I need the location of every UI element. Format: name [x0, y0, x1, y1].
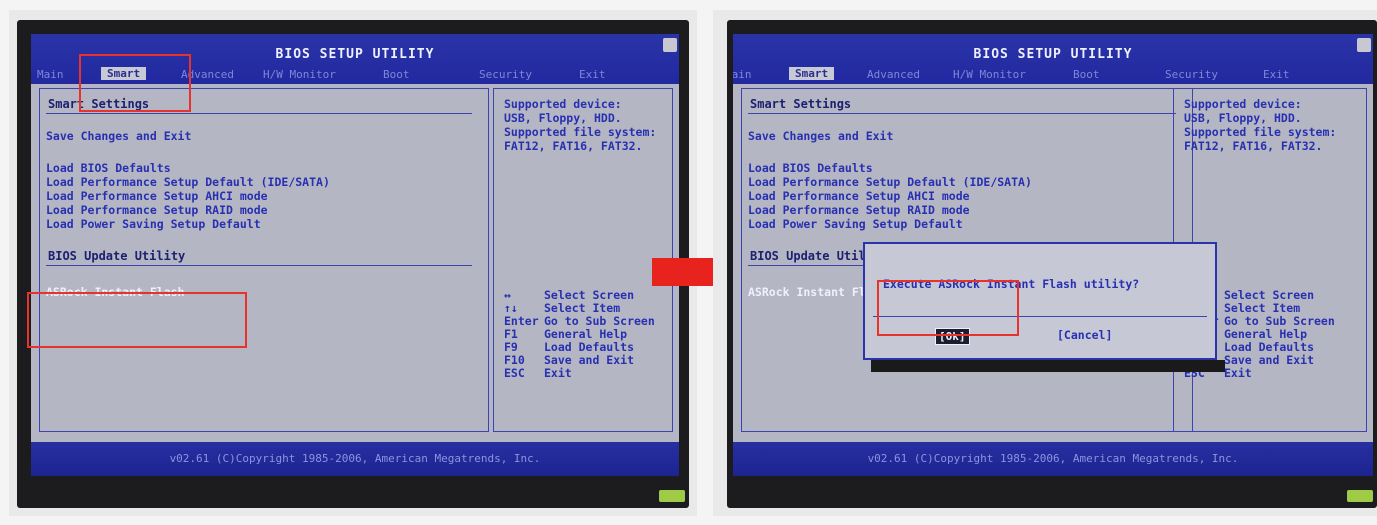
load-performance-raid-item[interactable]: Load Performance Setup RAID mode: [748, 203, 970, 217]
load-performance-raid-item[interactable]: Load Performance Setup RAID mode: [46, 203, 268, 217]
cancel-button[interactable]: [Cancel]: [1057, 328, 1112, 342]
menu-boot[interactable]: Boot: [383, 68, 410, 81]
load-performance-ahci-item[interactable]: Load Performance Setup AHCI mode: [46, 189, 268, 203]
save-changes-exit-item[interactable]: Save Changes and Exit: [46, 129, 191, 143]
bios-screen: BIOS SETUP UTILITY Main Smart Advanced H…: [733, 34, 1373, 476]
menu-boot[interactable]: Boot: [1073, 68, 1100, 81]
copyright-text: v02.61 (C)Copyright 1985-2006, American …: [169, 452, 541, 465]
key-legend-row: F10Save and Exit: [504, 354, 655, 367]
menu-security[interactable]: Security: [1165, 68, 1218, 81]
menu-security[interactable]: Security: [479, 68, 532, 81]
load-performance-ahci-item[interactable]: Load Performance Setup AHCI mode: [748, 189, 970, 203]
bios-menu-bar: Main Smart Advanced H/W Monitor Boot Sec…: [733, 66, 1373, 84]
highlight-box-ok-button: [877, 280, 1019, 336]
key-desc: Exit: [1224, 366, 1252, 380]
key-desc: Save and Exit: [1224, 353, 1315, 367]
highlight-box-smart-tab: [79, 54, 191, 112]
load-bios-defaults-item[interactable]: Load BIOS Defaults: [748, 161, 873, 175]
save-changes-exit-item[interactable]: Save Changes and Exit: [748, 129, 893, 143]
monitor-bezel: BIOS SETUP UTILITY Main Smart Advanced H…: [727, 20, 1377, 508]
load-performance-ide-item[interactable]: Load Performance Setup Default (IDE/SATA…: [46, 175, 330, 189]
key-desc: Go to Sub Screen: [544, 314, 655, 328]
dialog-shadow: [871, 360, 1225, 372]
key-name: ESC: [504, 366, 525, 380]
key-desc: Save and Exit: [544, 353, 635, 367]
bios-header: BIOS SETUP UTILITY Main Smart Advanced H…: [733, 34, 1373, 84]
key-desc: Load Defaults: [1224, 340, 1315, 354]
load-performance-ide-item[interactable]: Load Performance Setup Default (IDE/SATA…: [748, 175, 1032, 189]
key-desc: Go to Sub Screen: [1224, 314, 1335, 328]
divider: [748, 113, 1176, 114]
key-legend-row: ESC Exit: [504, 367, 655, 380]
key-desc: Load Defaults: [544, 340, 635, 354]
divider: [46, 113, 472, 114]
key-legend: ↔Select Screen ↑↓Select Item EnterGo to …: [504, 289, 655, 380]
menu-main[interactable]: Main: [733, 68, 752, 81]
key-desc: Exit: [544, 366, 572, 380]
menu-hw-monitor[interactable]: H/W Monitor: [263, 68, 336, 81]
bios-footer: v02.61 (C)Copyright 1985-2006, American …: [733, 442, 1373, 476]
menu-advanced[interactable]: Advanced: [867, 68, 920, 81]
smart-settings-heading: Smart Settings: [750, 97, 852, 111]
left-screenshot-panel: BIOS SETUP UTILITY Main Smart Advanced H…: [9, 10, 697, 516]
window-icon: [663, 38, 677, 52]
key-desc: Select Item: [544, 301, 621, 315]
supported-device-info: Supported device: USB, Floppy, HDD. Supp…: [504, 97, 657, 153]
divider: [46, 265, 472, 266]
key-desc: General Help: [544, 327, 628, 341]
load-bios-defaults-item[interactable]: Load BIOS Defaults: [46, 161, 171, 175]
menu-exit[interactable]: Exit: [1263, 68, 1290, 81]
key-desc: General Help: [1224, 327, 1308, 341]
bios-title: BIOS SETUP UTILITY: [973, 47, 1133, 62]
window-icon: [1357, 38, 1371, 52]
menu-hw-monitor[interactable]: H/W Monitor: [953, 68, 1026, 81]
key-desc: Select Screen: [544, 288, 635, 302]
copyright-text: v02.61 (C)Copyright 1985-2006, American …: [867, 452, 1239, 465]
bios-footer: v02.61 (C)Copyright 1985-2006, American …: [31, 442, 679, 476]
bios-update-heading: BIOS Update Utility: [48, 249, 186, 263]
load-power-saving-item[interactable]: Load Power Saving Setup Default: [748, 217, 963, 231]
menu-smart[interactable]: Smart: [789, 67, 835, 80]
highlight-box-instant-flash: [27, 292, 247, 348]
monitor-logo: [659, 490, 685, 502]
main-pane: Smart Settings Save Changes and Exit Loa…: [39, 88, 489, 432]
monitor-logo: [1347, 490, 1373, 502]
key-desc: Select Screen: [1224, 288, 1315, 302]
key-desc: Select Item: [1224, 301, 1301, 315]
right-screenshot-panel: BIOS SETUP UTILITY Main Smart Advanced H…: [713, 10, 1377, 516]
menu-exit[interactable]: Exit: [579, 68, 606, 81]
supported-device-info: Supported device: USB, Floppy, HDD. Supp…: [1184, 97, 1337, 153]
help-pane: Supported device: USB, Floppy, HDD. Supp…: [493, 88, 673, 432]
load-power-saving-item[interactable]: Load Power Saving Setup Default: [46, 217, 261, 231]
menu-main[interactable]: Main: [37, 68, 64, 81]
